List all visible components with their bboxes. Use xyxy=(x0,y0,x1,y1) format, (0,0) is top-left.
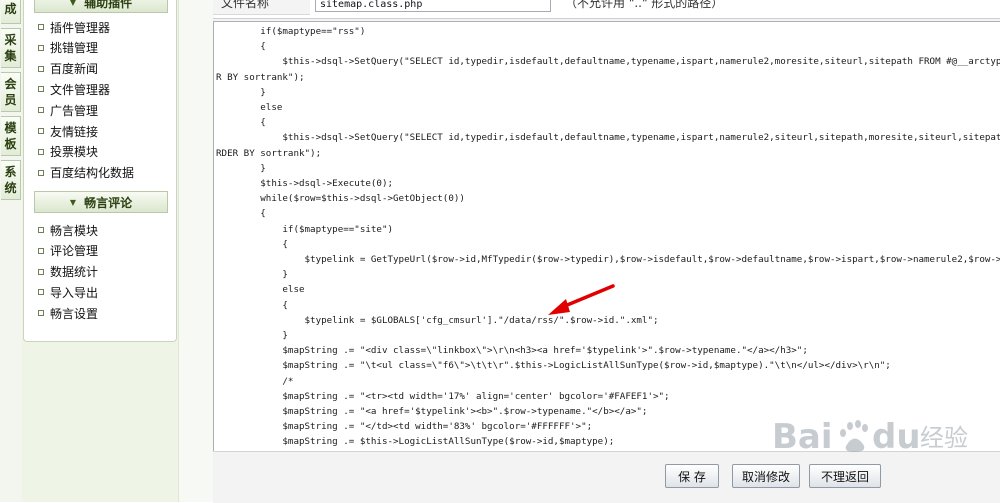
bullet-icon xyxy=(38,128,44,134)
sidebar-menu-label: 插件管理器 xyxy=(50,20,111,35)
code-editor-area: if($maptype=="rss") { $this->dsql->SetQu… xyxy=(213,18,1000,453)
code-line: if($maptype=="rss") xyxy=(216,26,366,37)
code-line: $mapString .= "<div class=\"linkbox\">\r… xyxy=(216,345,808,357)
bullet-icon xyxy=(38,227,44,233)
sidebar-menu-label: 广告管理 xyxy=(50,103,99,118)
code-line: $this->dsql->SetQuery("SELECT id,typedir… xyxy=(282,56,1000,68)
sidebar-menu-label: 投票模块 xyxy=(50,145,99,160)
group-header-plugins[interactable]: ▼ 辅助插件 xyxy=(34,0,168,13)
code-line: else xyxy=(216,102,283,114)
code-line: RDER BY sortrank"); xyxy=(216,147,322,159)
sidebar-menu-label: 数据统计 xyxy=(50,265,99,280)
button-bar: 保 存 取消修改 不理返回 xyxy=(213,451,1000,503)
sidebar-menu-item[interactable]: 友情链接 xyxy=(38,122,98,140)
bullet-icon xyxy=(38,169,44,176)
bullet-icon xyxy=(38,148,44,155)
code-line: while($row=$this->dsql->GetObject(0)) xyxy=(216,193,465,205)
sidebar: ▼ 辅助插件 插件管理器挑错管理百度新闻文件管理器广告管理友情链接投票模块百度结… xyxy=(22,0,178,502)
sidebar-menu-item[interactable]: 畅言设置 xyxy=(38,304,98,322)
code-line: { xyxy=(216,208,266,220)
sidebar-menu-item[interactable]: 文件管理器 xyxy=(38,80,110,98)
code-line: $mapString .= "\t<ul class=\"f6\">\t\t\r… xyxy=(216,360,891,372)
sidebar-menu-label: 友情链接 xyxy=(50,124,99,139)
vtab-collect[interactable]: 采 集 xyxy=(1,28,21,68)
code-line: else xyxy=(216,284,305,296)
bullet-icon xyxy=(38,268,44,275)
bullet-icon xyxy=(38,289,44,296)
code-line: { xyxy=(216,41,266,53)
sidebar-menu-item[interactable]: 插件管理器 xyxy=(38,18,110,36)
filename-input[interactable]: sitemap.class.php xyxy=(315,0,551,12)
bullet-icon xyxy=(38,65,44,72)
collapse-triangle-icon: ▼ xyxy=(69,0,77,7)
vtab-member[interactable]: 会 员 xyxy=(1,72,21,112)
sidebar-menu-item[interactable]: 畅言模块 xyxy=(38,221,98,239)
sidebar-menu-label: 文件管理器 xyxy=(50,82,111,97)
code-line: $mapString .= $this->LogicListAllSunType… xyxy=(216,436,615,448)
sidebar-menu-label: 畅言设置 xyxy=(50,306,99,321)
code-line: } xyxy=(216,86,266,98)
bullet-icon xyxy=(38,107,44,114)
vtab-system[interactable]: 系 统 xyxy=(1,160,21,200)
cancel-button[interactable]: 取消修改 xyxy=(732,464,800,488)
bullet-icon xyxy=(38,86,44,93)
code-line: $typelink = $GLOBALS['cfg_cmsurl']."/dat… xyxy=(216,314,659,326)
code-line: } xyxy=(216,330,288,342)
code-line: { xyxy=(216,238,288,250)
bullet-icon xyxy=(38,247,44,254)
vtab-1[interactable]: 成 xyxy=(1,0,21,24)
vertical-tab-strip: 成 采 集 会 员 模 板 系 统 xyxy=(0,0,23,502)
code-line: { xyxy=(216,299,288,311)
save-button[interactable]: 保 存 xyxy=(665,464,719,488)
bullet-icon xyxy=(38,24,44,30)
sidebar-menu-item[interactable]: 数据统计 xyxy=(38,263,98,281)
sidebar-gutter xyxy=(178,0,214,502)
code-line: $mapString .= "<a href='$typelink'><b>".… xyxy=(216,406,648,418)
sidebar-menu-item[interactable]: 导入导出 xyxy=(38,283,98,301)
sidebar-menu-label: 挑错管理 xyxy=(50,41,99,56)
code-line: } xyxy=(216,269,288,281)
group-header-changyan[interactable]: ▼ 畅言评论 xyxy=(34,191,168,213)
filename-hint: （不允许用 ".." 形式的路径） xyxy=(565,0,724,10)
code-content: if($maptype=="rss") { $this->dsql->SetQu… xyxy=(216,24,1000,450)
sidebar-menu-item[interactable]: 百度新闻 xyxy=(38,60,98,78)
code-line: $typelink = GetTypeUrl($row->id,MfTypedi… xyxy=(304,254,1000,266)
sidebar-menu-item[interactable]: 广告管理 xyxy=(38,101,98,119)
sidebar-panel: ▼ 辅助插件 插件管理器挑错管理百度新闻文件管理器广告管理友情链接投票模块百度结… xyxy=(23,0,177,342)
filename-label: 文件名称 xyxy=(221,0,270,10)
bullet-icon xyxy=(38,310,44,317)
code-line: /* xyxy=(216,375,294,387)
bullet-icon xyxy=(38,44,44,51)
code-line: if($maptype=="site") xyxy=(216,223,394,235)
code-line: } xyxy=(216,162,266,174)
code-line: $mapString .= "</td><td width='83%' bgco… xyxy=(216,421,593,433)
sidebar-menu-label: 百度结构化数据 xyxy=(50,166,135,181)
sidebar-menu-label: 畅言模块 xyxy=(50,223,99,238)
vtab-template[interactable]: 模 板 xyxy=(1,116,21,156)
filename-label-cell: 文件名称 xyxy=(213,0,310,15)
code-line: R BY sortrank"); xyxy=(216,71,305,83)
code-line: $this->dsql->Execute(0); xyxy=(216,178,394,190)
sidebar-menu-item[interactable]: 百度结构化数据 xyxy=(38,164,134,182)
code-line: $mapString .= "<tr><td width='17%' align… xyxy=(216,390,670,402)
sidebar-menu-label: 评论管理 xyxy=(50,244,99,259)
code-textarea[interactable]: if($maptype=="rss") { $this->dsql->SetQu… xyxy=(213,21,1000,453)
sidebar-menu-item[interactable]: 评论管理 xyxy=(38,242,98,260)
code-line: { xyxy=(216,117,266,129)
collapse-triangle-icon: ▼ xyxy=(69,197,77,207)
sidebar-menu-item[interactable]: 投票模块 xyxy=(38,143,98,161)
back-button[interactable]: 不理返回 xyxy=(809,464,881,488)
sidebar-menu-label: 百度新闻 xyxy=(50,62,99,77)
sidebar-menu-label: 导入导出 xyxy=(50,285,99,300)
code-line: $this->dsql->SetQuery("SELECT id,typedir… xyxy=(282,132,1000,144)
sidebar-menu-item[interactable]: 挑错管理 xyxy=(38,39,98,57)
